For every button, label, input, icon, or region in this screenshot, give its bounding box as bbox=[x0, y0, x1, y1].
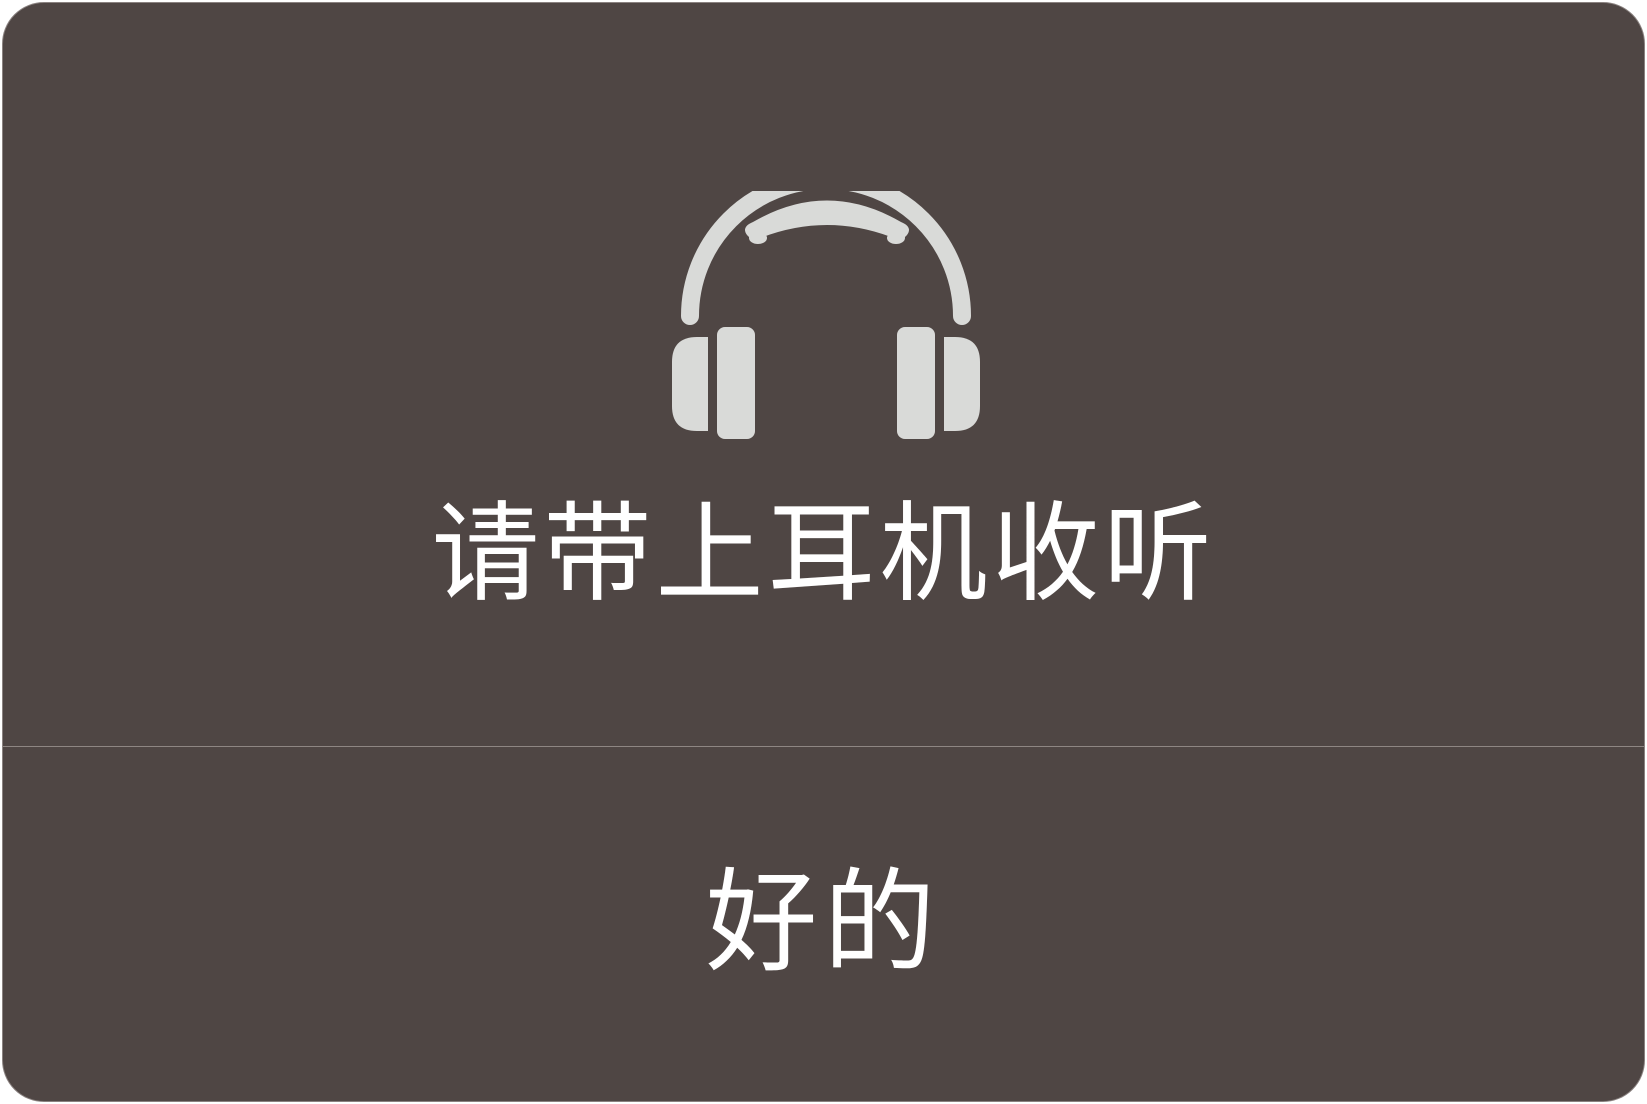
dialog-message-area: 请带上耳机收听 bbox=[3, 3, 1644, 746]
headphones-icon bbox=[672, 191, 980, 439]
confirm-button-label: 好的 bbox=[705, 858, 942, 988]
confirm-button[interactable]: 好的 bbox=[3, 747, 1644, 1101]
headphone-prompt-dialog: 请带上耳机收听 好的 bbox=[2, 2, 1645, 1102]
dialog-message: 请带上耳机收听 bbox=[431, 492, 1216, 617]
